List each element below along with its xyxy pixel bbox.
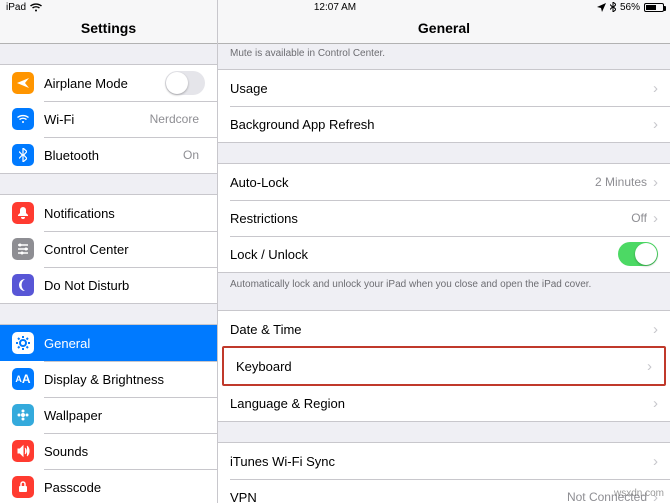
sidebar-item-label: Bluetooth [44,148,183,163]
row-label: Auto-Lock [230,175,595,190]
bluetooth-icon [610,2,616,12]
chevron-right-icon: › [653,175,658,190]
truncated-footnote: Mute is available in Control Center. [218,44,670,59]
sidebar-item-label: Do Not Disturb [44,278,205,293]
row-label: Date & Time [230,322,653,337]
sidebar-item-general[interactable]: General [0,325,217,361]
airplane-mode-toggle[interactable] [165,71,205,95]
gear-icon [12,332,34,354]
row-value: Off [631,211,647,225]
row-background-app-refresh[interactable]: Background App Refresh › [218,106,670,142]
row-label: Background App Refresh [230,117,653,132]
chevron-right-icon: › [647,359,652,374]
flower-icon [12,404,34,426]
text-size-icon: AA [12,368,34,390]
sidebar-item-label: Wi-Fi [44,112,150,127]
sidebar-item-label: Passcode [44,480,205,495]
row-date-time[interactable]: Date & Time › [218,311,670,347]
row-language-region[interactable]: Language & Region › [218,385,670,421]
detail-pane: General Mute is available in Control Cen… [218,0,670,503]
sidebar-item-label: Control Center [44,242,205,257]
lock-unlock-toggle[interactable] [618,242,658,266]
sidebar-item-value: Nerdcore [150,112,199,126]
watermark: wsxdn.com [614,488,664,499]
sidebar-item-value: On [183,148,199,162]
chevron-right-icon: › [653,396,658,411]
speaker-icon [12,440,34,462]
sidebar-item-label: Sounds [44,444,205,459]
sidebar-item-wallpaper[interactable]: Wallpaper [0,397,217,433]
detail-title: General [418,20,470,36]
row-label: Keyboard [236,359,647,374]
status-device: iPad [6,2,26,13]
row-label: Lock / Unlock [230,247,618,262]
bluetooth-icon [12,144,34,166]
sidebar: Settings Airplane Mode Wi-Fi Nerdcore [0,0,218,503]
row-value: 2 Minutes [595,175,647,189]
sidebar-item-label: Airplane Mode [44,76,165,91]
detail-scroll[interactable]: Mute is available in Control Center. Usa… [218,44,670,503]
keyboard-highlight: Keyboard › [222,346,666,386]
status-battery-pct: 56% [620,2,640,13]
chevron-right-icon: › [653,454,658,469]
lock-unlock-footnote: Automatically lock and unlock your iPad … [218,273,670,290]
row-auto-lock[interactable]: Auto-Lock 2 Minutes › [218,164,670,200]
status-bar: iPad 12:07 AM 56% [0,0,670,14]
sidebar-item-display-brightness[interactable]: AA Display & Brightness [0,361,217,397]
row-label: Language & Region [230,396,653,411]
status-time: 12:07 AM [314,2,356,13]
wifi-icon [30,3,42,12]
sidebar-item-control-center[interactable]: Control Center [0,231,217,267]
sidebar-title: Settings [81,20,136,36]
sidebar-scroll[interactable]: Airplane Mode Wi-Fi Nerdcore Bluetooth O… [0,44,217,503]
row-label: Usage [230,81,653,96]
sidebar-item-passcode[interactable]: Passcode [0,469,217,503]
sidebar-item-label: Wallpaper [44,408,205,423]
row-keyboard[interactable]: Keyboard › [224,348,664,384]
wifi-icon [12,108,34,130]
sidebar-item-label: Notifications [44,206,205,221]
sidebar-item-wifi[interactable]: Wi-Fi Nerdcore [0,101,217,137]
row-itunes-wifi-sync[interactable]: iTunes Wi-Fi Sync › [218,443,670,479]
chevron-right-icon: › [653,322,658,337]
airplane-icon [12,72,34,94]
sidebar-item-airplane-mode[interactable]: Airplane Mode [0,65,217,101]
row-vpn[interactable]: VPN Not Connected › [218,479,670,503]
chevron-right-icon: › [653,211,658,226]
location-icon [597,3,606,12]
row-lock-unlock[interactable]: Lock / Unlock [218,236,670,272]
sidebar-item-label: General [44,336,205,351]
chevron-right-icon: › [653,117,658,132]
row-restrictions[interactable]: Restrictions Off › [218,200,670,236]
chevron-right-icon: › [653,81,658,96]
sidebar-item-bluetooth[interactable]: Bluetooth On [0,137,217,173]
sliders-icon [12,238,34,260]
battery-icon [644,3,664,12]
row-label: VPN [230,490,567,503]
row-label: Restrictions [230,211,631,226]
sidebar-item-do-not-disturb[interactable]: Do Not Disturb [0,267,217,303]
sidebar-item-label: Display & Brightness [44,372,205,387]
moon-icon [12,274,34,296]
bell-icon [12,202,34,224]
lock-icon [12,476,34,498]
sidebar-item-sounds[interactable]: Sounds [0,433,217,469]
row-label: iTunes Wi-Fi Sync [230,454,653,469]
sidebar-item-notifications[interactable]: Notifications [0,195,217,231]
row-usage[interactable]: Usage › [218,70,670,106]
